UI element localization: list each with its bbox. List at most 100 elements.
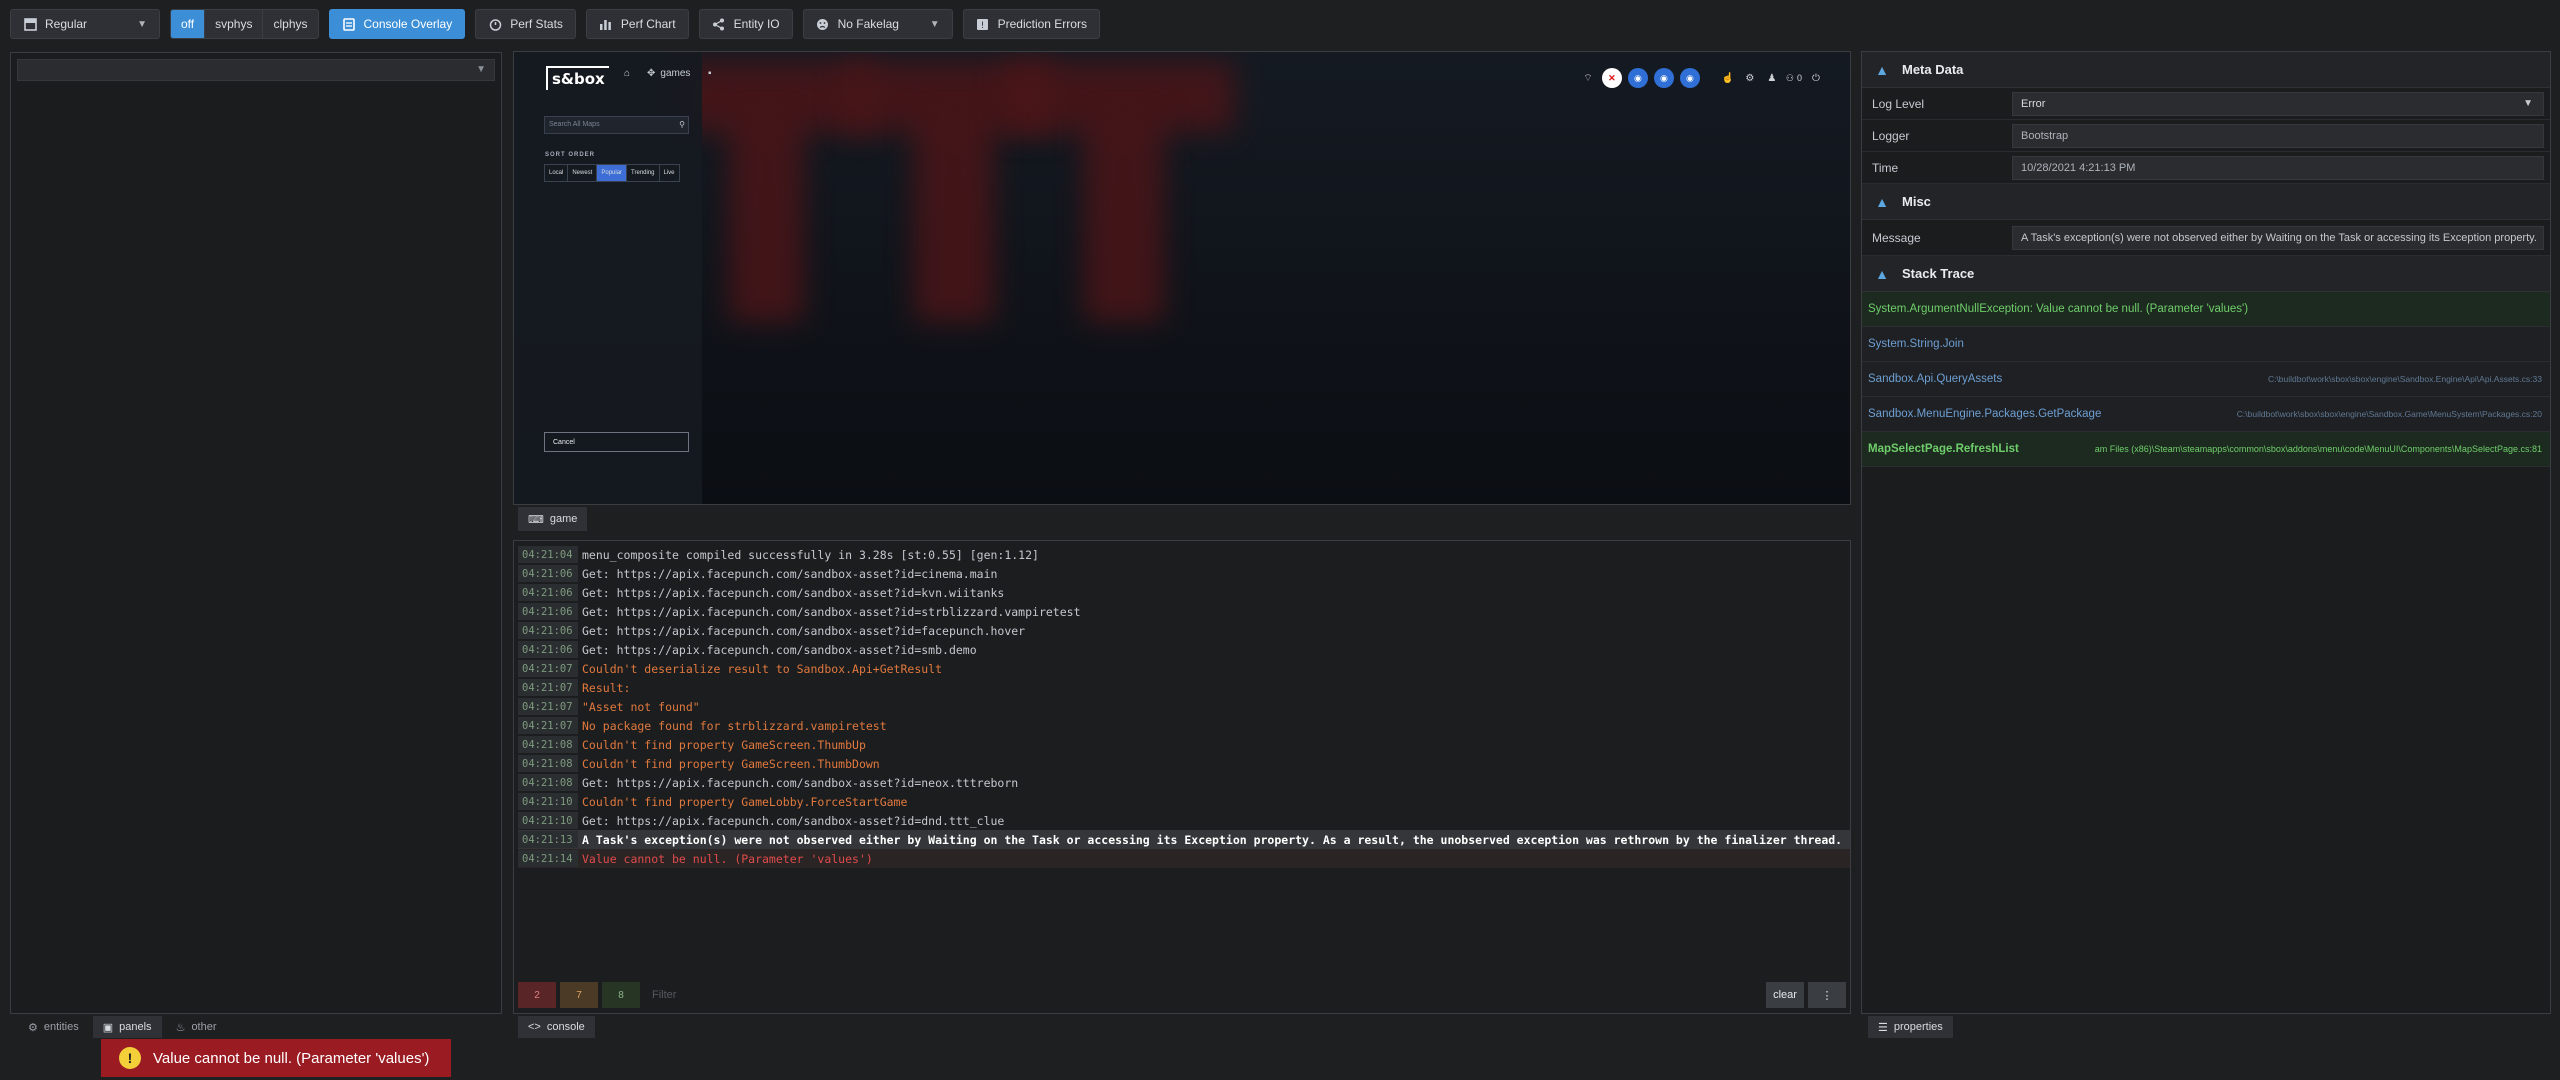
- console-row[interactable]: 04:21:06 Get: https://apix.facepunch.com/…: [518, 564, 1850, 583]
- console-row-timestamp: 04:21:07: [518, 717, 578, 734]
- misc-section[interactable]: ▲ Misc: [1862, 184, 2550, 220]
- console-row[interactable]: 04:21:06 Get: https://apix.facepunch.com/…: [518, 640, 1850, 659]
- stack-frame[interactable]: MapSelectPage.RefreshList am Files (x86)\…: [1862, 432, 2550, 467]
- console-filter-input[interactable]: Filter: [644, 989, 1762, 1001]
- entity-io-button[interactable]: Entity IO: [698, 9, 793, 39]
- log-level-row: Log Level Error ▼: [1862, 88, 2550, 120]
- more-options-icon[interactable]: ⋮: [1808, 982, 1846, 1008]
- log-level-select[interactable]: Error ▼: [2012, 91, 2544, 116]
- console-footer: 2 7 8 Filter clear ⋮: [518, 981, 1846, 1009]
- console-row-message: Value cannot be null. (Parameter 'values…: [582, 851, 873, 866]
- sort-trending[interactable]: Trending: [627, 165, 660, 181]
- power-icon[interactable]: ⏻: [1808, 70, 1824, 86]
- message-field[interactable]: A Task's exception(s) were not observed …: [2012, 225, 2544, 250]
- console-row[interactable]: 04:21:13 A Task's exception(s) were not o…: [518, 830, 1850, 849]
- tab-other-label: other: [191, 1021, 217, 1033]
- console-row-message: Couldn't find property GameLobby.ForceSt…: [582, 794, 908, 809]
- map-search-input[interactable]: Search All Maps ⚲: [544, 116, 689, 134]
- cancel-button[interactable]: Cancel: [544, 432, 689, 452]
- stack-trace-section[interactable]: ▲ Stack Trace: [1862, 256, 2550, 292]
- games-nav[interactable]: ✥ games: [647, 68, 690, 79]
- console-row[interactable]: 04:21:08 Couldn't find property GameScree…: [518, 754, 1850, 773]
- console-panel: 04:21:04 menu_composite compiled successf…: [513, 540, 1851, 1014]
- console-log[interactable]: 04:21:04 menu_composite compiled successf…: [518, 545, 1850, 868]
- warning-count-filter[interactable]: 7: [560, 982, 598, 1008]
- chevron-down-icon: ▼: [929, 18, 940, 30]
- console-row[interactable]: 04:21:07 "Asset not found": [518, 697, 1850, 716]
- game-viewport[interactable]: s&box ⌂ ✥ games ▪ Search All Maps ⚲ SORT…: [513, 51, 1851, 505]
- prediction-errors-button[interactable]: ! Prediction Errors: [962, 9, 1100, 39]
- error-toast[interactable]: ! Value cannot be null. (Parameter 'valu…: [101, 1039, 451, 1077]
- friend-avatar[interactable]: ◉: [1627, 68, 1648, 88]
- physics-off-button[interactable]: off: [171, 10, 206, 38]
- console-row[interactable]: 04:21:07 Result:: [518, 678, 1850, 697]
- info-count-filter[interactable]: 8: [602, 982, 640, 1008]
- sbox-logo[interactable]: s&box: [546, 66, 609, 90]
- fakelag-select[interactable]: No Fakelag ▼: [802, 9, 953, 39]
- console-row-timestamp: 04:21:07: [518, 660, 578, 677]
- physics-clphys-button[interactable]: clphys: [263, 10, 318, 38]
- layout-icon: [23, 17, 37, 31]
- tab-properties[interactable]: ☰ properties: [1868, 1016, 1953, 1038]
- background-art: [1084, 112, 1164, 322]
- tab-game[interactable]: ⌨ game: [518, 507, 588, 531]
- properties-panel: ▲ Meta Data Log Level Error ▼ Logger Boo…: [1861, 51, 2551, 1014]
- stack-frame[interactable]: Sandbox.MenuEngine.Packages.GetPackage C:…: [1862, 397, 2550, 432]
- console-row-timestamp: 04:21:06: [518, 603, 578, 620]
- meta-data-section[interactable]: ▲ Meta Data: [1862, 52, 2550, 88]
- tab-panels[interactable]: ▣ panels: [92, 1016, 162, 1038]
- tab-other[interactable]: ♨ other: [166, 1016, 227, 1038]
- panel-select[interactable]: ▼: [17, 59, 495, 81]
- perf-chart-button[interactable]: Perf Chart: [585, 9, 689, 39]
- console-row[interactable]: 04:21:10 Couldn't find property GameLobby…: [518, 792, 1850, 811]
- sort-newest[interactable]: Newest: [568, 165, 598, 181]
- console-row[interactable]: 04:21:14 Value cannot be null. (Parameter…: [518, 849, 1850, 868]
- clear-button[interactable]: clear: [1766, 982, 1804, 1008]
- perf-stats-label: Perf Stats: [510, 17, 563, 31]
- share-icon: [712, 17, 726, 31]
- settings-icon[interactable]: ⚙: [1742, 70, 1758, 86]
- entity-io-label: Entity IO: [733, 17, 780, 31]
- error-count-filter[interactable]: 2: [518, 982, 556, 1008]
- top-toolbar: Regular ▼ off svphys clphys Console Over…: [10, 8, 1100, 40]
- avatar[interactable]: ✕: [1601, 68, 1622, 88]
- tab-entities[interactable]: ⚙ entities: [18, 1016, 89, 1038]
- perf-stats-button[interactable]: Perf Stats: [475, 9, 576, 39]
- friend-avatar[interactable]: ◉: [1653, 68, 1674, 88]
- save-nav[interactable]: ▪: [708, 68, 712, 79]
- console-row[interactable]: 04:21:07 Couldn't deserialize result to S…: [518, 659, 1850, 678]
- console-row[interactable]: 04:21:10 Get: https://apix.facepunch.com/…: [518, 811, 1850, 830]
- console-row[interactable]: 04:21:08 Get: https://apix.facepunch.com/…: [518, 773, 1850, 792]
- console-overlay-button[interactable]: Console Overlay: [328, 9, 466, 39]
- logger-field[interactable]: Bootstrap: [2012, 123, 2544, 148]
- mode-select[interactable]: Regular ▼: [10, 9, 160, 39]
- shapes-icon: ▲: [1875, 61, 1889, 78]
- sort-local[interactable]: Local: [545, 165, 569, 181]
- wifi-icon[interactable]: ⌔: [1580, 70, 1596, 86]
- console-row[interactable]: 04:21:06 Get: https://apix.facepunch.com/…: [518, 621, 1850, 640]
- console-row[interactable]: 04:21:06 Get: https://apix.facepunch.com/…: [518, 602, 1850, 621]
- stack-frame-method: System.ArgumentNullException: Value cann…: [1868, 303, 2249, 315]
- stack-frame-method: System.String.Join: [1868, 338, 1964, 350]
- time-field[interactable]: 10/28/2021 4:21:13 PM: [2012, 155, 2544, 180]
- sort-popular[interactable]: Popular: [597, 165, 628, 181]
- console-tabbar: <> console: [518, 1016, 595, 1038]
- console-row[interactable]: 04:21:08 Couldn't find property GameScree…: [518, 735, 1850, 754]
- players-count[interactable]: ⚇ 0: [1786, 70, 1802, 86]
- console-row[interactable]: 04:21:07 No package found for strblizzard…: [518, 716, 1850, 735]
- user-icon[interactable]: ♟: [1764, 70, 1780, 86]
- friend-avatar[interactable]: ◉: [1679, 68, 1700, 88]
- console-row-message: "Asset not found": [582, 699, 700, 714]
- tab-console[interactable]: <> console: [518, 1016, 595, 1038]
- home-nav[interactable]: ⌂: [624, 68, 630, 79]
- stack-frame[interactable]: System.String.Join: [1862, 327, 2550, 362]
- pointer-icon[interactable]: ☝: [1720, 70, 1736, 86]
- sort-live[interactable]: Live: [660, 165, 679, 181]
- stack-frame[interactable]: Sandbox.Api.QueryAssets C:\buildbot\work\…: [1862, 362, 2550, 397]
- stack-frame[interactable]: System.ArgumentNullException: Value cann…: [1862, 292, 2550, 327]
- timer-icon: [488, 17, 502, 31]
- console-row[interactable]: 04:21:04 menu_composite compiled successf…: [518, 545, 1850, 564]
- games-icon: ✥: [647, 68, 656, 79]
- console-row[interactable]: 04:21:06 Get: https://apix.facepunch.com/…: [518, 583, 1850, 602]
- physics-svphys-button[interactable]: svphys: [205, 10, 264, 38]
